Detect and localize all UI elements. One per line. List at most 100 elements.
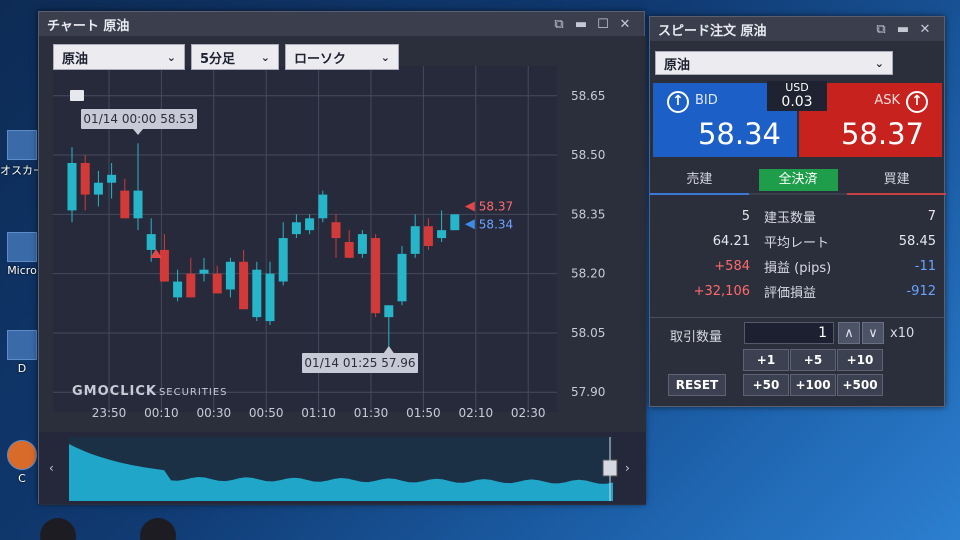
increment-1-button[interactable]: +1 (743, 349, 789, 371)
order-instrument-select[interactable]: 原油 ⌄ (655, 51, 893, 75)
row-label: 損益 (pips) (764, 261, 832, 276)
tab-buy[interactable]: 買建 (847, 165, 947, 195)
close-icon[interactable]: ✕ (914, 22, 936, 37)
candle-body (397, 253, 407, 302)
candle-body (146, 234, 156, 250)
sell-avg-rate: 64.21 (712, 234, 750, 249)
quantity-label: 取引数量 (670, 330, 723, 345)
speed-order-window: スピード注文 原油 ⧉ ▬ ✕ 原油 ⌄ ↑ BID 58.34 ASK ↑ 5… (649, 16, 947, 407)
y-tick-label: 58.35 (571, 207, 605, 221)
increment-50-button[interactable]: +50 (743, 374, 789, 396)
increment-10-button[interactable]: +10 (837, 349, 883, 371)
candle-body (93, 182, 103, 195)
tab-sell[interactable]: 売建 (650, 165, 749, 195)
order-tabs: 売建 全決済 買建 (650, 165, 947, 195)
spread-currency: USD (785, 81, 809, 94)
chevron-left-icon: ‹ (49, 461, 54, 475)
candle-body (278, 238, 288, 282)
reset-button[interactable]: RESET (668, 374, 726, 396)
taskbar-button[interactable] (40, 518, 76, 540)
candle-body (212, 273, 222, 294)
sell-pnl: +32,106 (693, 284, 750, 299)
minimize-icon[interactable]: ▬ (570, 17, 592, 32)
chart-controls: 原油 ⌄ 5分足 ⌄ ローソク ⌄ (53, 44, 399, 70)
spread-display: USD 0.03 (767, 81, 827, 111)
low-annotation-label: 01/14 01:25 57.96 (304, 356, 415, 370)
candle-body (80, 162, 90, 195)
candle-body (107, 174, 117, 183)
y-tick-label: 58.50 (571, 148, 605, 162)
ask-label: ASK (874, 93, 900, 108)
sell-quantity: 5 (741, 209, 750, 224)
spread-value: 0.03 (781, 94, 813, 110)
candle-body (133, 190, 143, 219)
quantity-up-button[interactable]: ∧ (838, 322, 860, 344)
comment-icon (70, 90, 84, 101)
broker-logo: GMOCLICK SECURITIES (72, 384, 228, 399)
taskbar-button[interactable] (140, 518, 176, 540)
instrument-select[interactable]: 原油 ⌄ (53, 44, 185, 70)
increment-100-button[interactable]: +100 (790, 374, 836, 396)
tab-close-all[interactable]: 全決済 (748, 165, 848, 195)
chevron-right-icon: › (625, 461, 630, 475)
candle-body (186, 273, 196, 298)
chevron-down-icon: ⌄ (166, 50, 176, 64)
broker-logo-name: GMOCLICK (72, 384, 157, 399)
chart-type-select[interactable]: ローソク ⌄ (285, 44, 399, 70)
x-tick-label: 02:10 (459, 406, 494, 420)
x-tick-label: 02:30 (511, 406, 546, 420)
chevron-down-icon: ⌄ (260, 50, 270, 64)
app-icon (7, 232, 37, 262)
buy-quantity: 7 (927, 209, 936, 224)
candle-body (225, 261, 235, 290)
candle-body (357, 234, 367, 254)
quantity-input[interactable]: 1 (744, 322, 834, 344)
position-row-pips: +584 損益 (pips) -11 (650, 254, 946, 279)
order-instrument-value: 原油 (664, 57, 691, 73)
app-icon (7, 130, 37, 160)
timeframe-select[interactable]: 5分足 ⌄ (191, 44, 279, 70)
increment-500-button[interactable]: +500 (837, 374, 883, 396)
sell-pips: +584 (714, 259, 750, 274)
candle-body (344, 242, 354, 258)
x-tick-label: 01:30 (354, 406, 389, 420)
chart-type-select-value: ローソク (294, 51, 347, 67)
candle-body (239, 261, 249, 310)
candle-body (159, 249, 169, 282)
chart-window: 58.65 58.50 58.35 58.20 58.05 57.90 23:50 00:10… (38, 11, 646, 505)
candle-body (67, 162, 77, 211)
y-tick-label: 58.65 (571, 89, 605, 103)
chart-plot[interactable]: 58.65 58.50 58.35 58.20 58.05 57.90 23:50 00:10… (39, 12, 646, 505)
row-label: 評価損益 (764, 286, 817, 301)
position-row-avg-rate: 64.21 平均レート 58.45 (650, 229, 946, 254)
position-table: 5 建玉数量 7 64.21 平均レート 58.45 +584 損益 (pips… (650, 204, 946, 304)
ask-marker-label: 58.37 (479, 199, 513, 213)
quantity-down-button[interactable]: ∨ (862, 322, 884, 344)
bid-label: BID (695, 93, 718, 108)
increment-5-button[interactable]: +5 (790, 349, 836, 371)
arrow-up-icon: ↑ (906, 91, 928, 113)
chart-window-titlebar[interactable]: チャート 原油 ⧉ ▬ ☐ ✕ (39, 12, 644, 36)
maximize-icon[interactable]: ☐ (592, 17, 614, 32)
instrument-select-value: 原油 (62, 51, 89, 67)
y-tick-label: 57.90 (571, 385, 605, 399)
app-icon (7, 330, 37, 360)
order-window-titlebar[interactable]: スピード注文 原油 ⧉ ▬ ✕ (650, 17, 944, 41)
candle-body (291, 222, 301, 235)
candle-body (305, 218, 315, 231)
arrow-up-icon: ↑ (667, 91, 689, 113)
chevron-down-icon: ⌄ (874, 56, 884, 70)
popout-icon[interactable]: ⧉ (870, 22, 892, 37)
close-icon[interactable]: ✕ (614, 17, 636, 32)
position-row-pnl: +32,106 評価損益 -912 (650, 279, 946, 304)
position-row-quantity: 5 建玉数量 7 (650, 204, 946, 229)
candle-body (252, 269, 262, 318)
candle-body (318, 194, 328, 219)
row-label: 建玉数量 (764, 211, 817, 226)
x-tick-label: 23:50 (92, 406, 127, 420)
minimize-icon[interactable]: ▬ (892, 22, 914, 37)
close-all-button[interactable]: 全決済 (758, 169, 838, 191)
timeframe-select-value: 5分足 (200, 51, 236, 67)
popout-icon[interactable]: ⧉ (548, 17, 570, 32)
row-label: 平均レート (764, 236, 830, 251)
